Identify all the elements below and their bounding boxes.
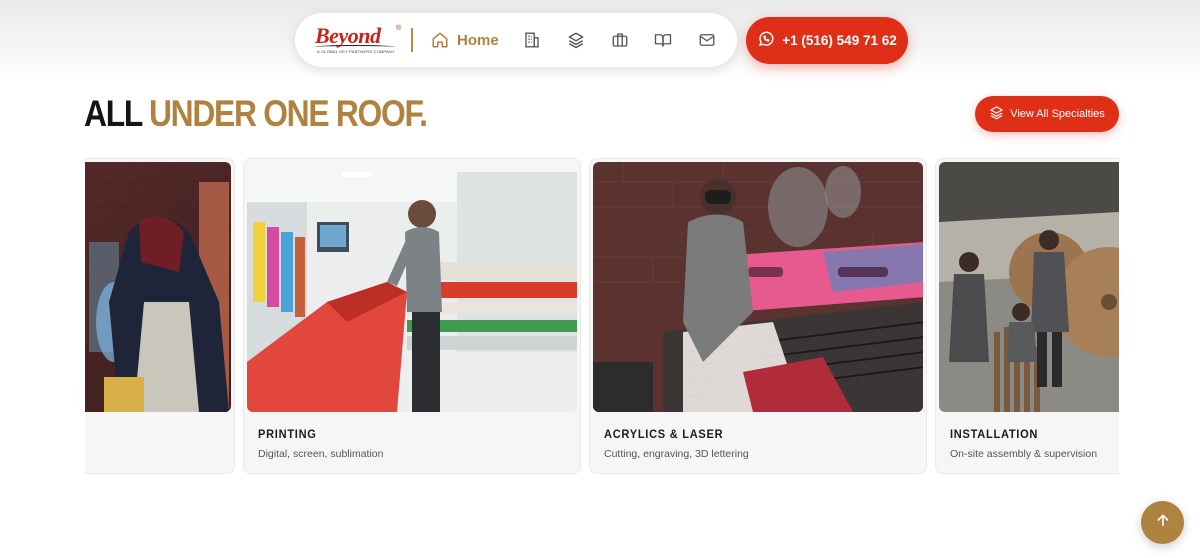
card-description: On-site assembly & supervision: [950, 448, 1098, 460]
mail-icon[interactable]: [698, 31, 716, 49]
card-description: Cutting, engraving, 3D lettering: [604, 448, 749, 460]
view-all-specialties-button[interactable]: View All Specialties: [975, 96, 1119, 132]
building-icon[interactable]: [523, 31, 541, 49]
card-description: Digital, screen, sublimation: [258, 448, 384, 460]
view-all-specialties-label: View All Specialties: [1010, 108, 1105, 120]
laser-photo: [593, 162, 923, 412]
specialties-carousel: PRINTING Digital, screen, sublimation AC…: [85, 158, 1119, 474]
book-icon[interactable]: [654, 31, 672, 49]
specialty-card-installation[interactable]: INSTALLATION On-site assembly & supervis…: [935, 158, 1119, 474]
nav-divider: [411, 28, 413, 52]
card-title: PRINTING: [258, 427, 317, 441]
section-heading: ALL UNDER ONE ROOF.: [84, 92, 428, 136]
heading-part-dark: ALL: [84, 93, 149, 134]
logo-trademark: ®: [396, 25, 402, 32]
scroll-to-top-button[interactable]: [1141, 501, 1184, 544]
layers-icon: [989, 105, 1004, 123]
phone-button[interactable]: +1 (516) 549 71 62: [746, 17, 908, 64]
nav-home-link[interactable]: Home: [431, 31, 499, 49]
heading-part-gold: UNDER ONE ROOF.: [148, 93, 428, 134]
phone-number: +1 (516) 549 71 62: [782, 33, 897, 48]
specialty-card-welding[interactable]: [85, 158, 235, 474]
briefcase-icon[interactable]: [611, 31, 629, 49]
arrow-up-icon: [1155, 512, 1171, 533]
logo-tagline: A GLOBAL KEY PARTNERS COMPANY: [317, 49, 395, 54]
main-navigation: Beyond ® A GLOBAL KEY PARTNERS COMPANY H…: [295, 13, 737, 67]
card-title: INSTALLATION: [950, 427, 1039, 441]
card-title: ACRYLICS & LASER: [604, 427, 724, 441]
brand-logo[interactable]: Beyond ® A GLOBAL KEY PARTNERS COMPANY: [313, 23, 403, 57]
whatsapp-icon: [757, 30, 775, 51]
installation-photo: [939, 162, 1119, 412]
specialty-card-acrylics-laser[interactable]: ACRYLICS & LASER Cutting, engraving, 3D …: [589, 158, 927, 474]
specialty-card-printing[interactable]: PRINTING Digital, screen, sublimation: [243, 158, 581, 474]
nav-home-label: Home: [457, 31, 499, 49]
layers-icon[interactable]: [567, 31, 585, 49]
welding-photo: [85, 162, 231, 412]
printing-photo: [247, 162, 577, 412]
home-icon: [431, 31, 449, 49]
